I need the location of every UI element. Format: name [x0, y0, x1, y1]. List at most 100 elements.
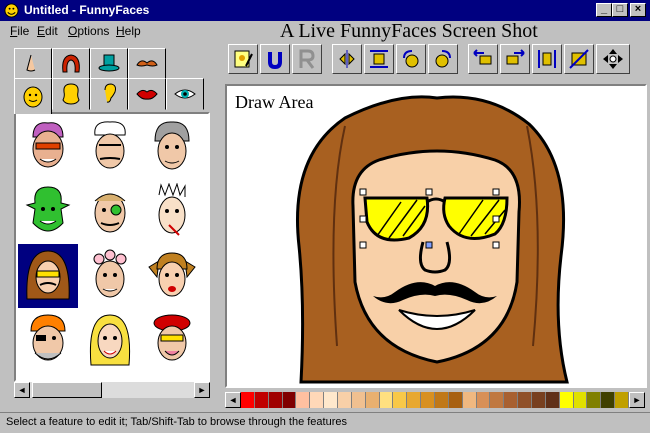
- tab-hair[interactable]: [52, 48, 90, 80]
- palette-scroll-left[interactable]: ◄: [225, 392, 241, 408]
- face-drawing[interactable]: [227, 86, 645, 386]
- stretch-button[interactable]: [364, 44, 394, 74]
- enlarge-icon: [569, 49, 589, 69]
- color-swatch[interactable]: [504, 392, 519, 408]
- lips-icon: [136, 89, 158, 100]
- color-swatch[interactable]: [296, 392, 311, 408]
- face-icon: [23, 86, 43, 107]
- color-swatch[interactable]: [476, 392, 491, 408]
- palette-swatches: [241, 392, 630, 408]
- enlarge-button[interactable]: [564, 44, 594, 74]
- face-thumbnail-selected[interactable]: [18, 244, 78, 308]
- move-arrows-icon: [603, 49, 623, 69]
- blonde-face-icon: [89, 314, 131, 366]
- face-thumbnail[interactable]: [18, 308, 78, 372]
- color-swatch[interactable]: [518, 392, 533, 408]
- color-swatch[interactable]: [254, 392, 269, 408]
- color-swatch[interactable]: [601, 392, 616, 408]
- color-swatch[interactable]: [268, 392, 283, 408]
- pigtails-face-icon: [148, 252, 196, 297]
- tab-mustache[interactable]: [128, 48, 166, 80]
- green-alien-face-icon: [25, 186, 71, 232]
- palette-scroll-right[interactable]: ►: [629, 392, 645, 408]
- flip-horizontal-button[interactable]: [332, 44, 362, 74]
- color-swatch[interactable]: [615, 392, 630, 408]
- color-swatch[interactable]: [421, 392, 436, 408]
- edit-button[interactable]: [228, 44, 258, 74]
- color-swatch[interactable]: [407, 392, 422, 408]
- head-shape-icon: [62, 83, 80, 105]
- color-swatch[interactable]: [490, 392, 505, 408]
- move-right-button[interactable]: [500, 44, 530, 74]
- tab-lips[interactable]: [128, 78, 166, 110]
- face-gallery: [14, 112, 210, 382]
- face-thumbnail[interactable]: [142, 308, 202, 372]
- edit-icon: [234, 50, 253, 68]
- rotate-left-button[interactable]: [396, 44, 426, 74]
- move-left-button[interactable]: [468, 44, 498, 74]
- menu-options[interactable]: Options: [68, 24, 109, 38]
- minimize-button[interactable]: _: [596, 3, 612, 17]
- menu-edit[interactable]: Edit: [37, 24, 58, 38]
- face-thumbnail[interactable]: [142, 116, 202, 180]
- color-swatch[interactable]: [241, 392, 255, 408]
- rotate-right-icon: [435, 50, 451, 68]
- move-arrows-button[interactable]: [596, 44, 630, 74]
- scroll-left-button[interactable]: ◄: [14, 382, 30, 398]
- curlers-face-icon: [93, 249, 127, 298]
- shrink-icon: [538, 50, 556, 68]
- color-swatch[interactable]: [282, 392, 297, 408]
- monocle-face-icon: [94, 193, 126, 233]
- spiky-face-icon: [158, 183, 186, 236]
- tab-hat[interactable]: [90, 48, 128, 80]
- move-left-icon: [473, 49, 492, 65]
- scroll-right-button[interactable]: ►: [194, 382, 210, 398]
- tab-head-shape[interactable]: [52, 78, 90, 110]
- color-swatch[interactable]: [435, 392, 449, 408]
- close-button[interactable]: ×: [630, 3, 646, 17]
- face-shape: [351, 149, 521, 364]
- redo-button[interactable]: [292, 44, 322, 74]
- flip-horizontal-icon: [339, 50, 355, 68]
- draw-area[interactable]: Draw Area: [225, 84, 647, 388]
- move-right-icon: [506, 49, 525, 65]
- menu-file[interactable]: File: [10, 24, 29, 38]
- color-swatch[interactable]: [545, 392, 560, 408]
- face-thumbnail[interactable]: [80, 308, 140, 372]
- color-swatch[interactable]: [573, 392, 588, 408]
- color-swatch[interactable]: [379, 392, 394, 408]
- shrink-button[interactable]: [532, 44, 562, 74]
- color-swatch[interactable]: [393, 392, 408, 408]
- color-swatch[interactable]: [310, 392, 325, 408]
- color-swatch[interactable]: [532, 392, 546, 408]
- face-thumbnail[interactable]: [142, 180, 202, 244]
- color-swatch[interactable]: [462, 392, 477, 408]
- gallery-scrollbar[interactable]: ◄ ►: [14, 382, 210, 398]
- color-swatch[interactable]: [338, 392, 352, 408]
- maximize-button[interactable]: □: [612, 3, 628, 17]
- tab-face[interactable]: [14, 78, 52, 114]
- status-text: Select a feature to edit it; Tab/Shift-T…: [6, 416, 347, 428]
- app-icon[interactable]: [4, 3, 19, 18]
- color-swatch[interactable]: [351, 392, 366, 408]
- rotate-right-button[interactable]: [428, 44, 458, 74]
- face-thumbnail[interactable]: [80, 244, 140, 308]
- face-thumbnail[interactable]: [80, 180, 140, 244]
- tab-eye[interactable]: [166, 78, 204, 110]
- color-swatch[interactable]: [324, 392, 339, 408]
- scroll-thumb[interactable]: [32, 382, 102, 398]
- menu-help[interactable]: Help: [116, 24, 141, 38]
- tab-nose[interactable]: [14, 48, 52, 80]
- face-thumbnail[interactable]: [80, 116, 140, 180]
- color-palette: ◄ ►: [225, 392, 645, 408]
- pirate-face-icon: [30, 314, 66, 361]
- color-swatch[interactable]: [587, 392, 602, 408]
- color-swatch[interactable]: [448, 392, 463, 408]
- face-thumbnail[interactable]: [18, 116, 78, 180]
- face-thumbnail[interactable]: [18, 180, 78, 244]
- color-swatch[interactable]: [559, 392, 574, 408]
- tab-ear[interactable]: [90, 78, 128, 110]
- undo-button[interactable]: [260, 44, 290, 74]
- face-thumbnail[interactable]: [142, 244, 202, 308]
- color-swatch[interactable]: [365, 392, 380, 408]
